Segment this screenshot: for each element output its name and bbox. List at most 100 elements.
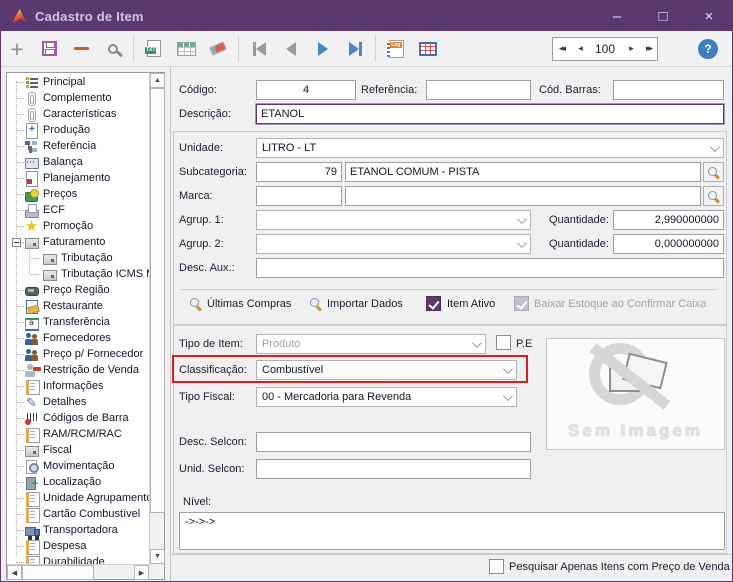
txt-file-icon — [145, 40, 161, 57]
sidebar-item-precos[interactable]: Preços — [7, 186, 149, 202]
sidebar-item-localizacao[interactable]: Localização — [7, 474, 149, 490]
plus-icon: + — [10, 35, 24, 62]
close-button[interactable]: × — [686, 1, 732, 31]
titlebar: Cadastro de Item – □ × — [1, 1, 732, 31]
sidebar-item-tributacao-icms[interactable]: Tributação ICMS M — [7, 266, 149, 282]
grid-view-button[interactable] — [170, 34, 202, 64]
collapse-expander-icon[interactable] — [12, 237, 21, 247]
sidebar-item-principal[interactable]: Principal — [7, 74, 149, 90]
sem-imagem-text: Sem Imagem — [568, 421, 703, 440]
cod-barras-input[interactable] — [613, 80, 724, 100]
unidade-select[interactable]: LITRO - LT — [256, 138, 724, 158]
sidebar-item-restaurante[interactable]: Restaurante — [7, 298, 149, 314]
quantidade1-input[interactable] — [613, 210, 724, 230]
sidebar-item-fornecedores[interactable]: Fornecedores — [7, 330, 149, 346]
subcategoria-lookup-button[interactable] — [703, 162, 724, 182]
subcategoria-code-input[interactable] — [256, 162, 342, 182]
codigo-input[interactable] — [256, 80, 356, 100]
tipo-fiscal-select[interactable]: 00 - Mercadoria para Revenda — [256, 387, 517, 407]
sidebar-item-transferencia[interactable]: Transferência — [7, 314, 149, 331]
desc-aux-input[interactable] — [256, 258, 724, 278]
save-button[interactable] — [33, 34, 65, 64]
referencia-input[interactable] — [426, 80, 531, 100]
maximize-button[interactable]: □ — [640, 1, 686, 31]
vertical-scroll-thumb[interactable] — [150, 88, 165, 513]
marca-code-input[interactable] — [256, 186, 342, 206]
item-ativo-checkbox[interactable] — [426, 296, 441, 311]
ultimas-compras-button[interactable]: Últimas Compras — [189, 297, 291, 310]
tree-horizontal-scrollbar[interactable]: ◀ ▶ — [7, 564, 149, 580]
spinner-last-button[interactable]: ▸▸ — [646, 43, 653, 54]
spinner-next-button[interactable]: ▸ — [629, 43, 633, 54]
sidebar-item-preco-regiao[interactable]: Preço Região — [7, 282, 149, 298]
search-button[interactable] — [97, 34, 129, 64]
sidebar-item-codigos-de-barra[interactable]: Códigos de Barra — [7, 410, 149, 426]
sidebar-item-durabilidade[interactable]: Durabilidade — [7, 554, 149, 564]
nav-last-button[interactable] — [339, 34, 371, 64]
sidebar-item-balanca[interactable]: Balança — [7, 154, 149, 170]
marca-lookup-button[interactable] — [703, 186, 724, 206]
sidebar-item-ecf[interactable]: ECF — [7, 202, 149, 218]
spinner-value[interactable]: 100 — [595, 42, 615, 56]
sidebar-item-cartao-combustivel[interactable]: Cartão Combustível — [7, 506, 149, 523]
scroll-down-arrow-icon[interactable]: ▼ — [150, 549, 165, 564]
add-button[interactable]: + — [1, 34, 33, 64]
nav-next-button[interactable] — [307, 34, 339, 64]
sidebar-item-planejamento[interactable]: Planejamento — [7, 170, 149, 187]
doc-icon — [24, 491, 40, 507]
sidebar-item-informacoes[interactable]: Informações — [7, 378, 149, 395]
star-icon: ★ — [24, 217, 39, 235]
sidebar-item-producao[interactable]: Produção — [7, 122, 149, 139]
sidebar-item-tributacao[interactable]: Tributação — [7, 250, 149, 266]
navigation-tree: Principal Complemento Características Pr… — [7, 73, 149, 564]
pe-checkbox[interactable] — [496, 335, 511, 350]
nav-first-button[interactable] — [243, 34, 275, 64]
record-spinner: ◂◂ ◂ 100 ▸ ▸▸ — [552, 36, 658, 61]
delete-button[interactable] — [65, 34, 97, 64]
sidebar-item-caracteristicas[interactable]: Características — [7, 106, 149, 122]
nav-previous-button[interactable] — [275, 34, 307, 64]
scroll-right-arrow-icon[interactable]: ▶ — [134, 565, 149, 580]
sidebar-item-transportadora[interactable]: Transportadora — [7, 522, 149, 538]
search-icon — [189, 297, 202, 310]
desc-selcon-input[interactable] — [256, 432, 531, 452]
minimize-button[interactable]: – — [594, 1, 640, 31]
sidebar-item-promocao[interactable]: ★ Promoção — [7, 218, 149, 234]
tree-vertical-scrollbar[interactable]: ▲ ▼ — [149, 73, 165, 564]
descricao-input[interactable] — [256, 104, 724, 124]
last-record-icon — [348, 41, 359, 56]
pesquisar-apenas-checkbox[interactable] — [489, 559, 504, 574]
importar-dados-button[interactable]: Importar Dados — [309, 297, 403, 310]
sidebar-item-restricao-venda[interactable]: Restrição de Venda — [7, 362, 149, 378]
minus-icon — [73, 47, 89, 50]
sidebar-item-detalhes[interactable]: ✎ Detalhes — [7, 394, 149, 410]
classificacao-select[interactable]: Combustível — [256, 360, 517, 380]
horizontal-scroll-thumb[interactable] — [22, 565, 94, 580]
quantidade2-input[interactable] — [613, 234, 724, 254]
sidebar-item-faturamento[interactable]: Faturamento — [7, 234, 149, 250]
clear-button[interactable] — [202, 34, 234, 64]
scroll-up-arrow-icon[interactable]: ▲ — [150, 73, 165, 88]
agrup1-select[interactable] — [256, 210, 531, 230]
sidebar-item-despesa[interactable]: Despesa — [7, 538, 149, 555]
sidebar-item-preco-fornecedor[interactable]: Preço p/ Fornecedor — [7, 346, 149, 362]
descricao-label: Descrição: — [179, 108, 231, 120]
help-button[interactable]: ? — [698, 38, 718, 59]
spinner-prev-button[interactable]: ◂ — [578, 43, 582, 54]
sidebar-item-fiscal[interactable]: Fiscal — [7, 442, 149, 458]
scroll-left-arrow-icon[interactable]: ◀ — [7, 565, 22, 580]
sidebar-item-unidade-agrupamento[interactable]: Unidade Agrupamento — [7, 490, 149, 507]
sidebar-item-referencia[interactable]: Referência — [7, 138, 149, 154]
sidebar-item-ram-rcm-rac[interactable]: RAM/RCM/RAC — [7, 426, 149, 443]
unid-selcon-input[interactable] — [256, 459, 531, 479]
sidebar-item-movimentacao[interactable]: Movimentação — [7, 458, 149, 474]
export-txt-button[interactable] — [138, 34, 170, 64]
log-button[interactable] — [380, 34, 412, 64]
subcategoria-desc-input[interactable] — [345, 162, 701, 182]
agrup2-select[interactable] — [256, 234, 531, 254]
marca-desc-input[interactable] — [345, 186, 701, 206]
sidebar-item-complemento[interactable]: Complemento — [7, 90, 149, 106]
table-edit-button[interactable] — [412, 34, 444, 64]
spinner-first-button[interactable]: ◂◂ — [559, 43, 566, 54]
toolbar-separator — [375, 35, 376, 62]
